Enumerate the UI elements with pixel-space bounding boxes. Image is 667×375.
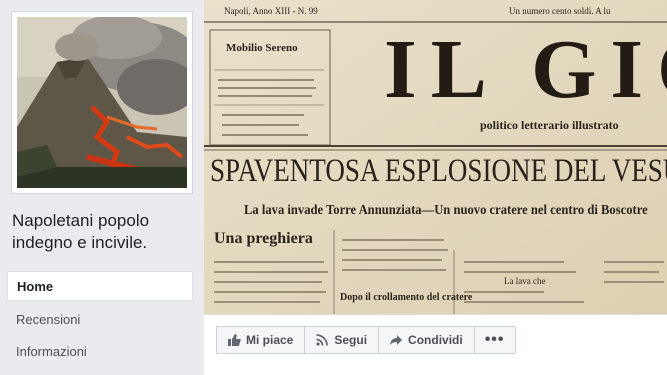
follow-button[interactable]: Segui (304, 326, 380, 354)
more-options-button[interactable]: ••• (473, 326, 516, 354)
newspaper-side-title: Una preghiera (214, 230, 313, 247)
page-nav: Home Recensioni Informazioni (7, 271, 193, 368)
nav-item-home[interactable]: Home (7, 271, 193, 301)
profile-picture[interactable] (17, 17, 187, 188)
thumbs-up-icon (227, 333, 241, 347)
nav-item-recensioni[interactable]: Recensioni (7, 304, 193, 336)
newspaper-masthead: IL GIO (384, 23, 667, 116)
newspaper-caption: Dopo il crollamento del cratere (340, 292, 473, 303)
newspaper-subtitle: politico letterario illustrato (480, 118, 619, 132)
like-button[interactable]: Mi piace (216, 326, 306, 354)
newspaper-header-left: Napoli, Anno XIII - N. 99 (224, 6, 318, 16)
profile-picture-frame[interactable] (11, 11, 193, 194)
newspaper-caption-2: La lava che (504, 276, 546, 286)
like-button-label: Mi piace (246, 333, 294, 347)
page-action-bar: Mi piace Segui Condividi ••• (204, 314, 667, 375)
follow-button-label: Segui (334, 333, 368, 347)
cover-photo[interactable]: Napoli, Anno XIII - N. 99 Un numero cent… (204, 0, 667, 314)
left-column: Napoletani popolo indegno e incivile. Ho… (0, 0, 204, 375)
share-button[interactable]: Condividi (378, 326, 475, 354)
newspaper-header-right: Un numero cento soldi. A lu (509, 6, 611, 16)
more-dots-icon: ••• (484, 331, 505, 348)
newspaper-headline: SPAVENTOSA ESPLOSIONE DEL VESUVIO (210, 153, 667, 189)
share-button-label: Condividi (408, 333, 463, 347)
rss-icon (315, 333, 329, 347)
nav-item-informazioni[interactable]: Informazioni (7, 336, 193, 368)
newspaper-ad-title: Mobilio Sereno (226, 42, 298, 54)
newspaper-subheadline: La lava invade Torre Annunziata—Un nuovo… (244, 203, 648, 218)
share-arrow-icon (389, 333, 403, 347)
page-title: Napoletani popolo indegno e incivile. (12, 211, 150, 252)
